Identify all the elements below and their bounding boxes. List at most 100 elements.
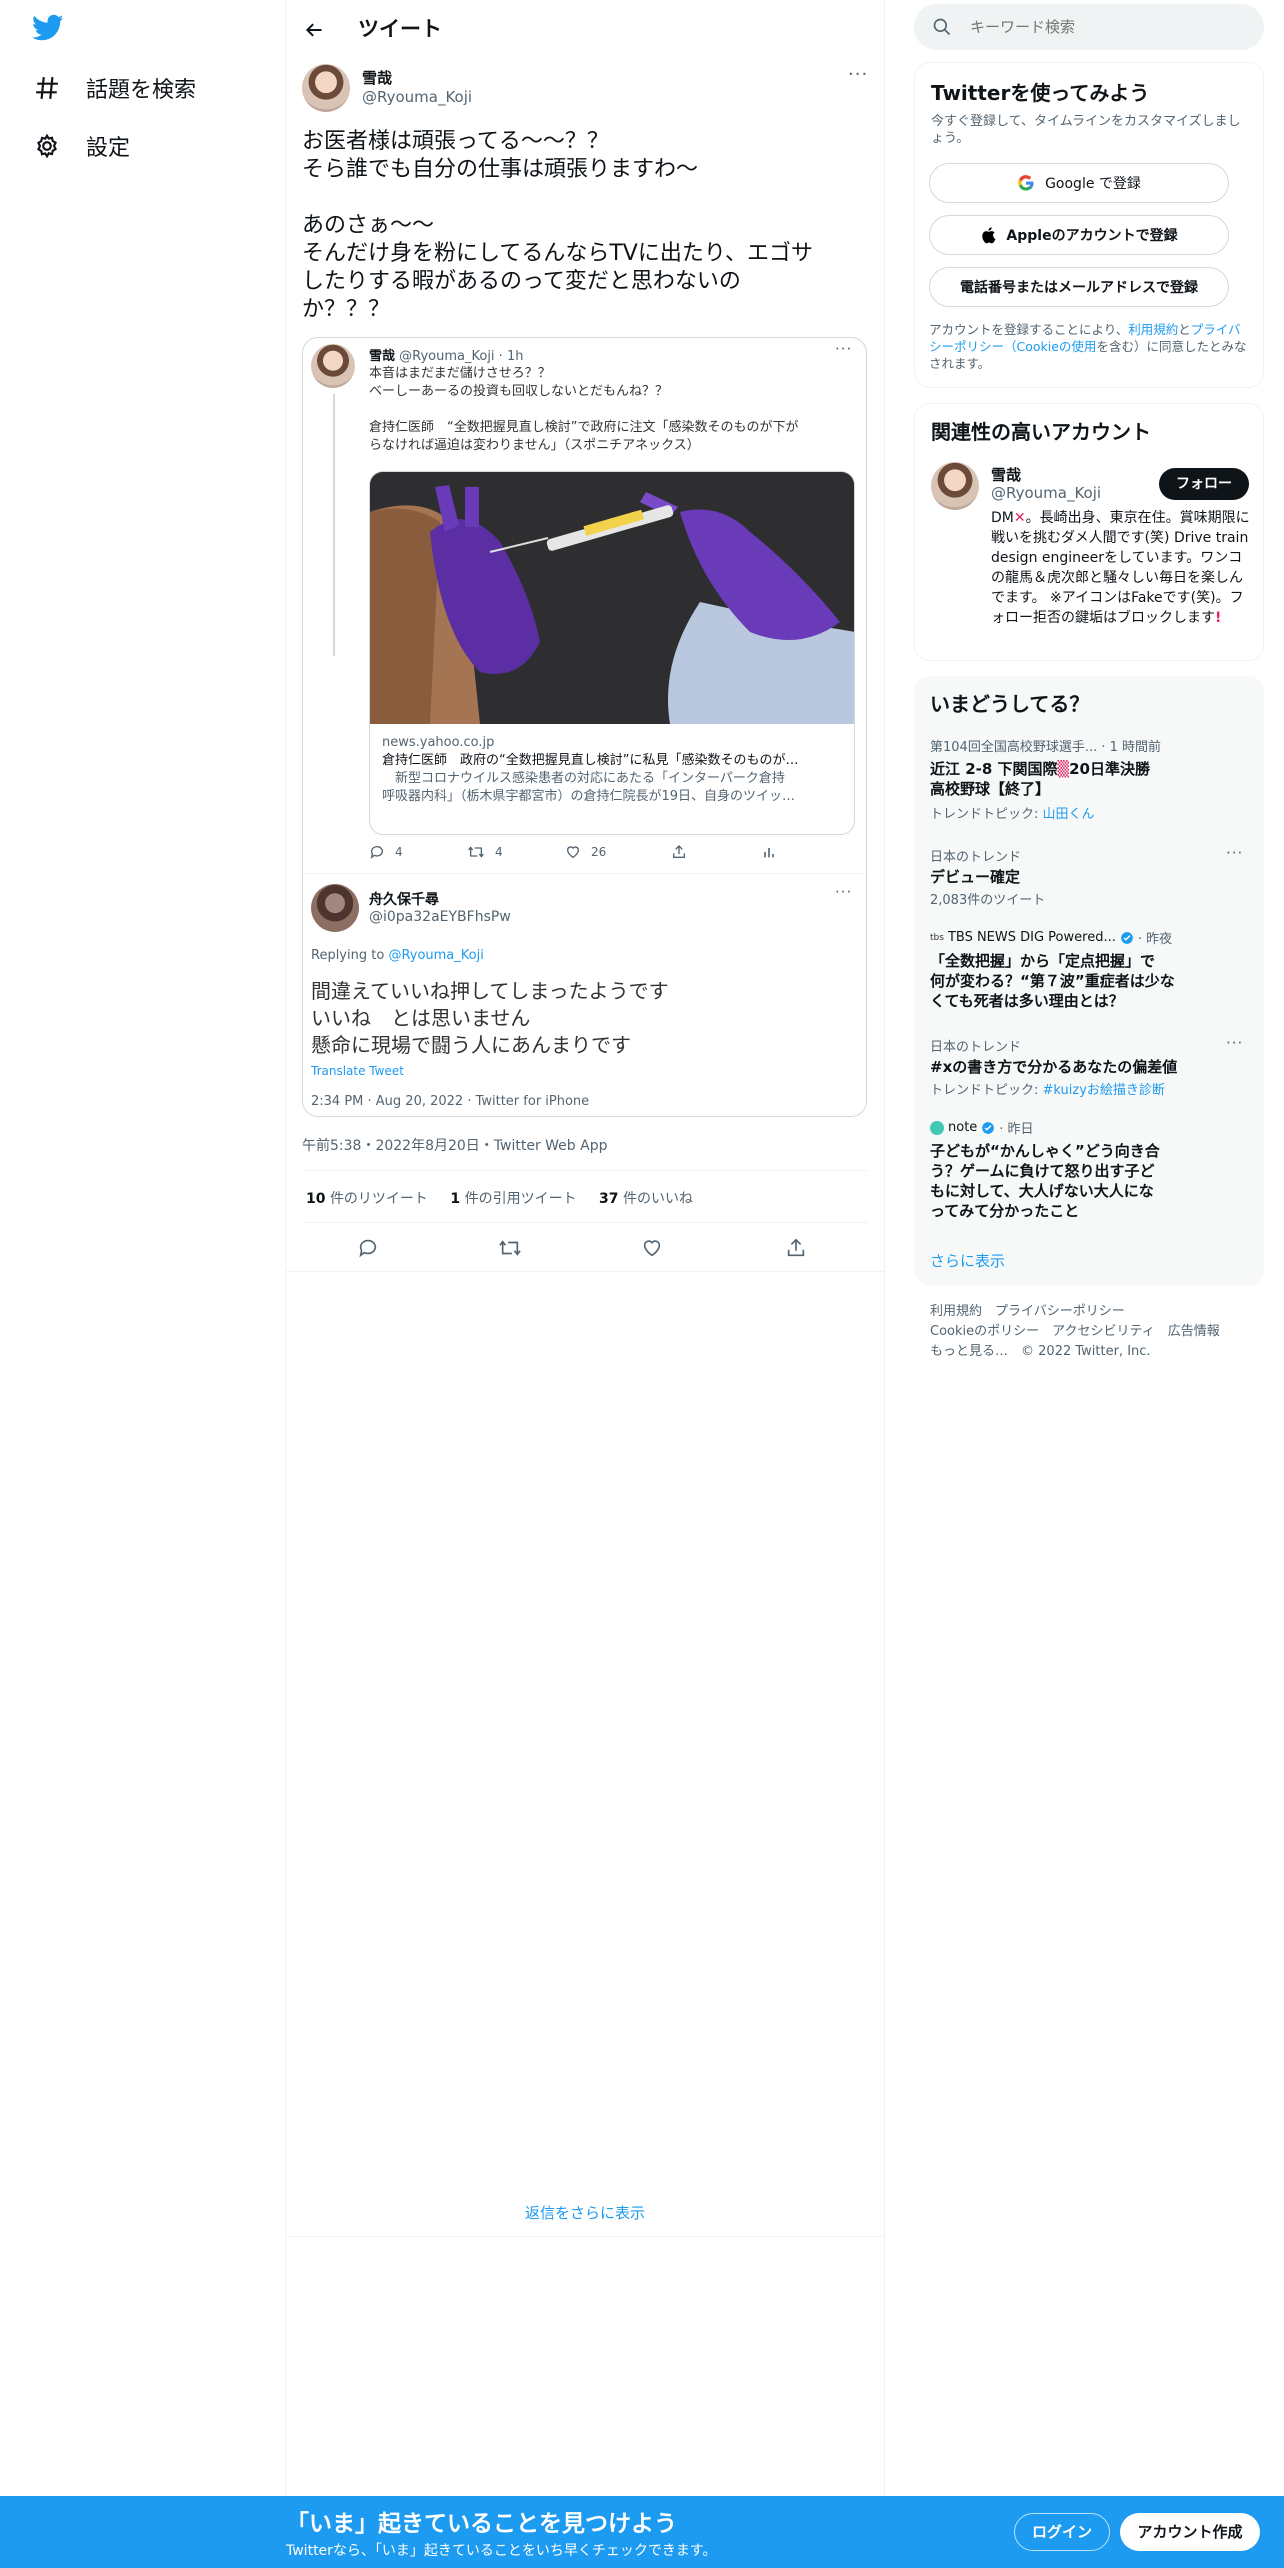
- quote-card[interactable]: 雪哉 @Ryouma_Koji · 1h ··· 本音はまだまだ儲けさせろ？？ …: [302, 337, 867, 1117]
- tweet-text-line: そら誰でも自分の仕事は頑張りますわ～: [302, 157, 699, 182]
- quotes-stat[interactable]: 1 件の引用ツイート: [450, 1191, 576, 1207]
- footer-ads-link[interactable]: 広告情報: [1168, 1324, 1220, 1339]
- trend-more-icon[interactable]: ···: [1226, 1034, 1243, 1052]
- quoted-reply-button[interactable]: 4: [369, 844, 403, 860]
- link-card-text: news.yahoo.co.jp 倉持仁医師 政府の“全数把握見直し検討”に私見…: [382, 734, 848, 806]
- link-desc: 新型コロナウイルス感染患者の対応にあたる「インターパーク倉持: [382, 771, 785, 786]
- trend-source: note: [948, 1120, 978, 1135]
- divider: [286, 2236, 884, 2237]
- tweet-text: お医者様は頑張ってる～～？？ そら誰でも自分の仕事は頑張りますわ～ あのさぁ～～…: [302, 128, 872, 324]
- quoted-avatar[interactable]: [311, 344, 355, 388]
- replying-to-handle[interactable]: @Ryouma_Koji: [388, 948, 483, 963]
- related-name[interactable]: 雪哉: [991, 464, 1021, 485]
- author-handle[interactable]: @Ryouma_Koji: [362, 88, 472, 106]
- trend-sub: トレンドトピック: #kuizyお絵描き診断: [930, 1079, 1250, 1098]
- quoted-share-button[interactable]: [671, 844, 687, 860]
- quoted-author-name[interactable]: 雪哉: [369, 349, 395, 364]
- related-avatar[interactable]: [931, 462, 979, 510]
- reply-avatar[interactable]: [311, 884, 359, 932]
- reply-icon: [369, 844, 385, 860]
- search-input[interactable]: [970, 4, 1250, 50]
- back-button[interactable]: [296, 12, 332, 48]
- reply-button[interactable]: [354, 1234, 382, 1262]
- footer-copyright: © 2022 Twitter, Inc.: [1021, 1344, 1151, 1359]
- trend-item[interactable]: 日本のトレンド #xの書き方で分かるあなたの偏差値 トレンドトピック: #kui…: [930, 1036, 1250, 1098]
- reply-timestamp[interactable]: 2:34 PM · Aug 20, 2022 · Twitter for iPh…: [311, 1094, 589, 1109]
- nav-explore[interactable]: 話題を検索: [34, 72, 196, 104]
- link-card[interactable]: news.yahoo.co.jp 倉持仁医師 政府の“全数把握見直し検討”に私見…: [369, 471, 855, 835]
- retweets-stat[interactable]: 10 件のリツイート: [306, 1191, 428, 1207]
- terms-link[interactable]: 利用規約: [1128, 322, 1178, 337]
- author-name[interactable]: 雪哉: [362, 67, 392, 88]
- quoted-author-handle[interactable]: @Ryouma_Koji · 1h: [399, 349, 523, 364]
- trend-item[interactable]: tbs TBS NEWS DIG Powered... · 昨夜 「全数把握」か…: [930, 928, 1250, 1011]
- trend-more-icon[interactable]: ···: [1226, 844, 1243, 862]
- trend-time: · 昨夜: [1137, 932, 1173, 947]
- legal-and: と: [1178, 322, 1191, 337]
- apple-signup-button[interactable]: Appleのアカウントで登録: [929, 215, 1229, 255]
- quoted-analytics-button[interactable]: [761, 844, 777, 860]
- trend-title: くても死者は多い理由とは？: [930, 992, 1124, 1010]
- reply-author-handle[interactable]: @i0pa32aEYBFhsPw: [369, 909, 511, 925]
- search-box[interactable]: [914, 4, 1264, 50]
- author-avatar[interactable]: [302, 64, 350, 112]
- signup-box: Twitterを使ってみよう 今すぐ登録して、タイムラインをカスタマイズしましょ…: [914, 62, 1264, 388]
- footer-terms-link[interactable]: 利用規約: [930, 1304, 982, 1319]
- nav-settings-label: 設定: [86, 136, 131, 161]
- quoted-more-icon[interactable]: ···: [835, 340, 852, 358]
- trend-meta: tbs TBS NEWS DIG Powered... · 昨夜: [930, 928, 1250, 947]
- translate-tweet-link[interactable]: Translate Tweet: [311, 1064, 404, 1078]
- tweet-text-line: お医者様は頑張ってる～～？？: [302, 129, 609, 154]
- tweet-text-line: か？？？: [302, 297, 391, 322]
- search-icon: [932, 17, 952, 37]
- share-button[interactable]: [782, 1234, 810, 1262]
- footer-privacy-link[interactable]: プライバシーポリシー: [995, 1304, 1125, 1319]
- reply-author-name[interactable]: 舟久保千尋: [369, 889, 439, 909]
- reply-more-icon[interactable]: ···: [835, 883, 852, 901]
- tweet-text-line: [302, 184, 872, 212]
- phone-signup-button[interactable]: 電話番号またはメールアドレスで登録: [929, 267, 1229, 307]
- nav-settings[interactable]: 設定: [34, 130, 130, 162]
- footer-cookie-link[interactable]: Cookieのポリシー: [930, 1324, 1039, 1339]
- retweet-button[interactable]: [496, 1234, 524, 1262]
- show-more-replies-link[interactable]: 返信をさらに表示: [286, 2202, 884, 2223]
- quoted-line: 倉持仁医師 “全数把握見直し検討”で政府に注文「感染数そのものが下が: [369, 420, 799, 435]
- trend-title: 近江 2-8 下関国際▒20日準決勝: [930, 759, 1250, 779]
- trends-box: いまどうしてる？ 第104回全国高校野球選手... · 1 時間前 近江 2-8…: [914, 676, 1264, 1286]
- like-button[interactable]: [638, 1234, 666, 1262]
- trend-topic-link[interactable]: #kuizyお絵描き診断: [1043, 1083, 1165, 1098]
- trend-title: もに対して、大人げない大人にな: [930, 1182, 1154, 1200]
- trend-meta: 第104回全国高校野球選手... · 1 時間前: [930, 740, 1162, 755]
- footer-more-link[interactable]: もっと見る…: [930, 1344, 1008, 1359]
- quoted-like-button[interactable]: 26: [565, 844, 606, 860]
- share-icon: [785, 1237, 807, 1259]
- reply-line: いいね とは思いません: [311, 1006, 531, 1030]
- trend-title-text: 20日準決勝: [1069, 760, 1150, 778]
- nav-explore-label: 話題を検索: [86, 78, 197, 103]
- link-domain: news.yahoo.co.jp: [382, 735, 495, 750]
- trend-topic-link[interactable]: 山田くん: [1043, 807, 1095, 822]
- tweet-timestamp[interactable]: 午前5:38・2022年8月20日・Twitter Web App: [302, 1135, 607, 1155]
- trend-item[interactable]: 第104回全国高校野球選手... · 1 時間前 近江 2-8 下関国際▒20日…: [930, 736, 1250, 822]
- show-more-trends-link[interactable]: さらに表示: [930, 1250, 1005, 1271]
- sidebar-footer: 利用規約 プライバシーポリシー Cookieのポリシー アクセシビリティ 広告情…: [930, 1302, 1260, 1362]
- reply-line: 間違えていいね押してしまったようです: [311, 979, 669, 1003]
- reply-line: 懸命に現場で闘う人にあんまりです: [311, 1033, 631, 1057]
- trend-title: 何が変わる？“第７波”重症者は少な: [930, 972, 1175, 990]
- quoted-retweet-button[interactable]: 4: [467, 844, 503, 860]
- page-title: ツイート: [358, 17, 442, 41]
- follow-button[interactable]: フォロー: [1159, 468, 1249, 500]
- heart-icon: [641, 1237, 663, 1259]
- trend-item[interactable]: 日本のトレンド デビュー確定 2,083件のツイート: [930, 846, 1250, 908]
- twitter-logo-icon[interactable]: [32, 14, 64, 42]
- footer-accessibility-link[interactable]: アクセシビリティ: [1052, 1324, 1155, 1339]
- likes-stat[interactable]: 37 件のいいね: [599, 1191, 693, 1207]
- related-handle[interactable]: @Ryouma_Koji: [991, 484, 1101, 502]
- trend-item[interactable]: note · 昨日 子どもが“かんしゃく”どう向き合 う？ゲームに負けて怒り出す…: [930, 1118, 1250, 1221]
- more-options-icon[interactable]: ···: [848, 64, 868, 85]
- google-signup-button[interactable]: Google で登録: [929, 163, 1229, 203]
- trend-source: TBS NEWS DIG Powered...: [947, 930, 1116, 945]
- retweet-icon: [498, 1237, 522, 1259]
- create-account-button[interactable]: アカウント作成: [1120, 2513, 1260, 2551]
- login-button[interactable]: ログイン: [1014, 2513, 1110, 2551]
